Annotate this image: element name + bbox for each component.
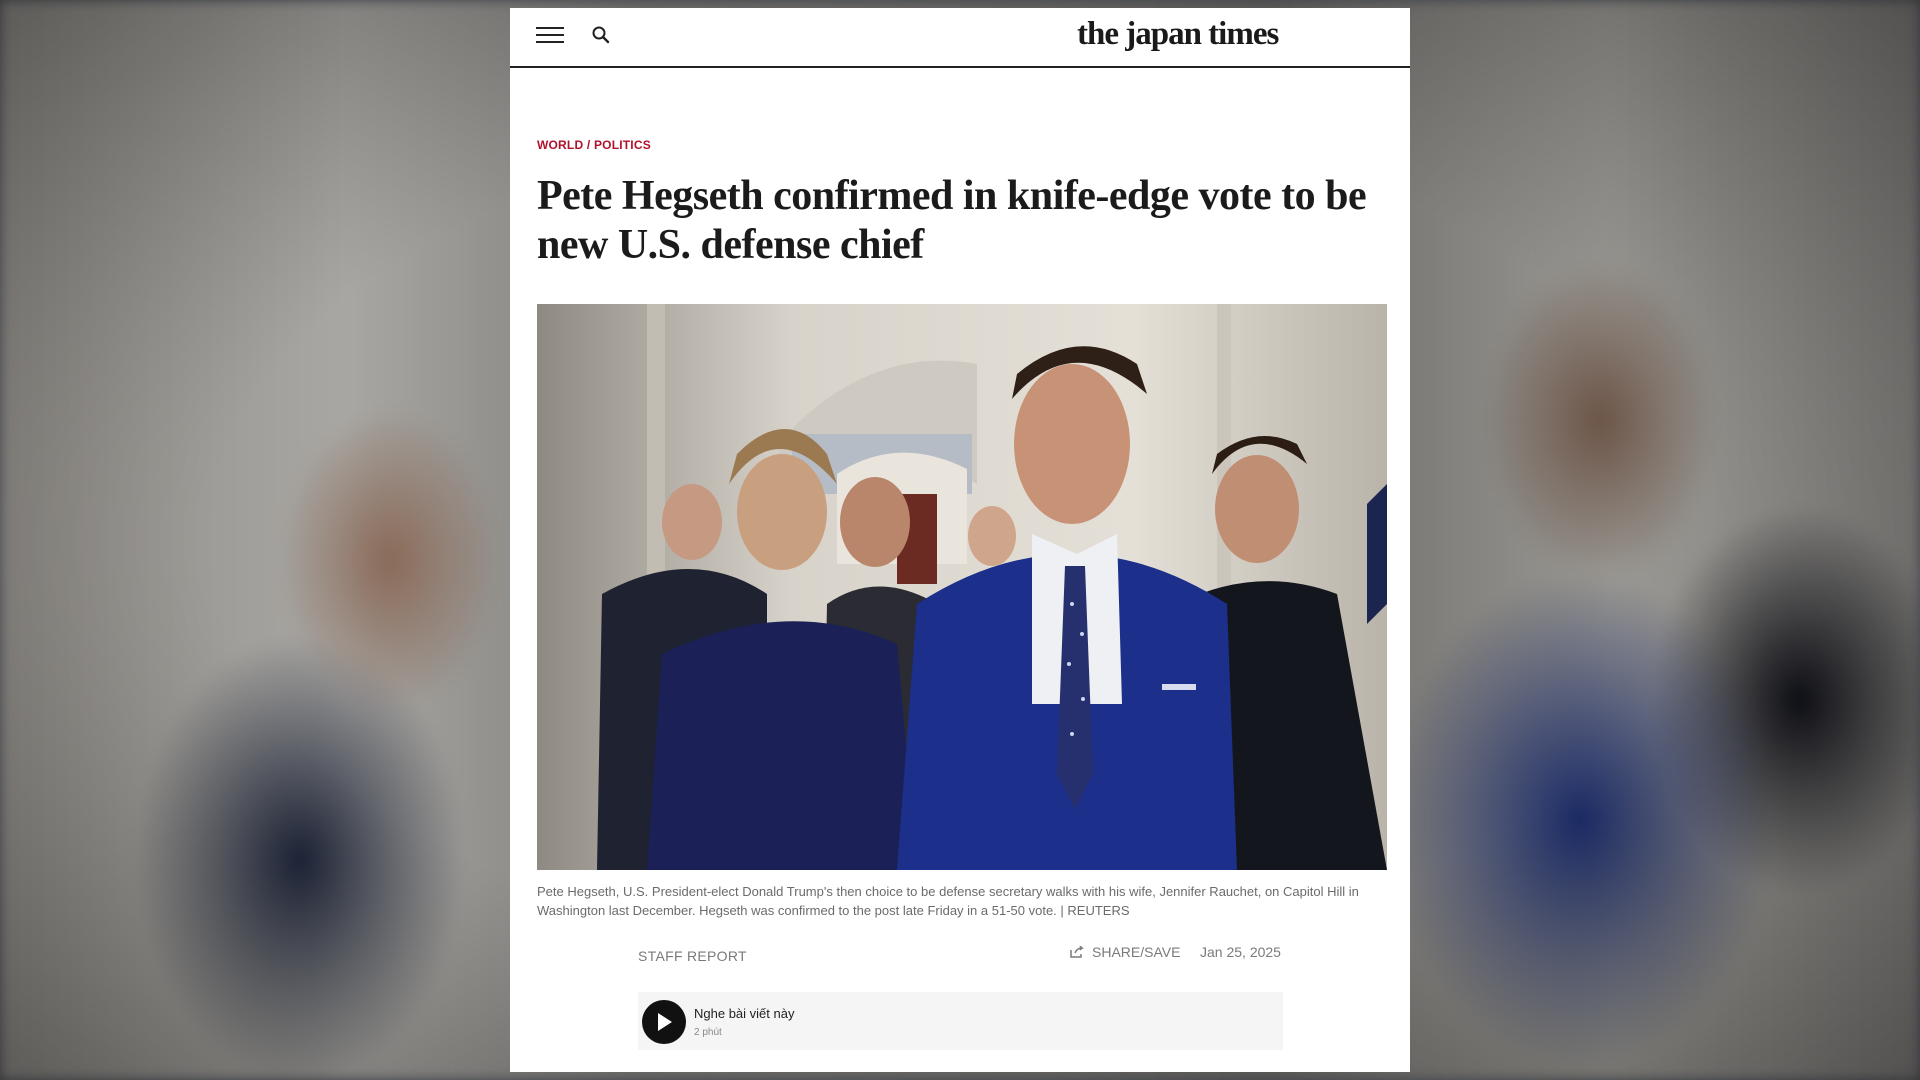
article-photo[interactable] xyxy=(537,304,1387,870)
breadcrumb: WORLD / POLITICS xyxy=(537,138,651,152)
search-icon[interactable] xyxy=(590,24,612,46)
article-page: the japan times WORLD / POLITICS Pete He… xyxy=(510,8,1410,1072)
share-save-button[interactable]: SHARE/SAVE xyxy=(1070,944,1180,960)
hamburger-menu-icon[interactable] xyxy=(536,27,564,47)
breadcrumb-separator: / xyxy=(586,138,591,152)
audio-player-duration: 2 phút xyxy=(694,1027,722,1038)
photo-caption: Pete Hegseth, U.S. President-elect Donal… xyxy=(537,884,1359,918)
play-button[interactable] xyxy=(642,1000,686,1044)
breadcrumb-world[interactable]: WORLD xyxy=(537,138,583,152)
site-logo[interactable]: the japan times xyxy=(1077,16,1279,53)
breadcrumb-politics[interactable]: POLITICS xyxy=(594,138,651,152)
byline: STAFF REPORT xyxy=(638,948,747,964)
site-header: the japan times xyxy=(510,8,1410,68)
publish-date: Jan 25, 2025 xyxy=(1200,944,1281,960)
share-icon xyxy=(1070,946,1084,958)
play-icon xyxy=(658,1013,672,1031)
audio-player-title: Nghe bài viết này xyxy=(694,1006,795,1021)
audio-player: Nghe bài viết này 2 phút xyxy=(638,992,1283,1050)
share-save-label: SHARE/SAVE xyxy=(1092,944,1181,960)
article-headline: Pete Hegseth confirmed in knife-edge vot… xyxy=(537,173,1367,268)
